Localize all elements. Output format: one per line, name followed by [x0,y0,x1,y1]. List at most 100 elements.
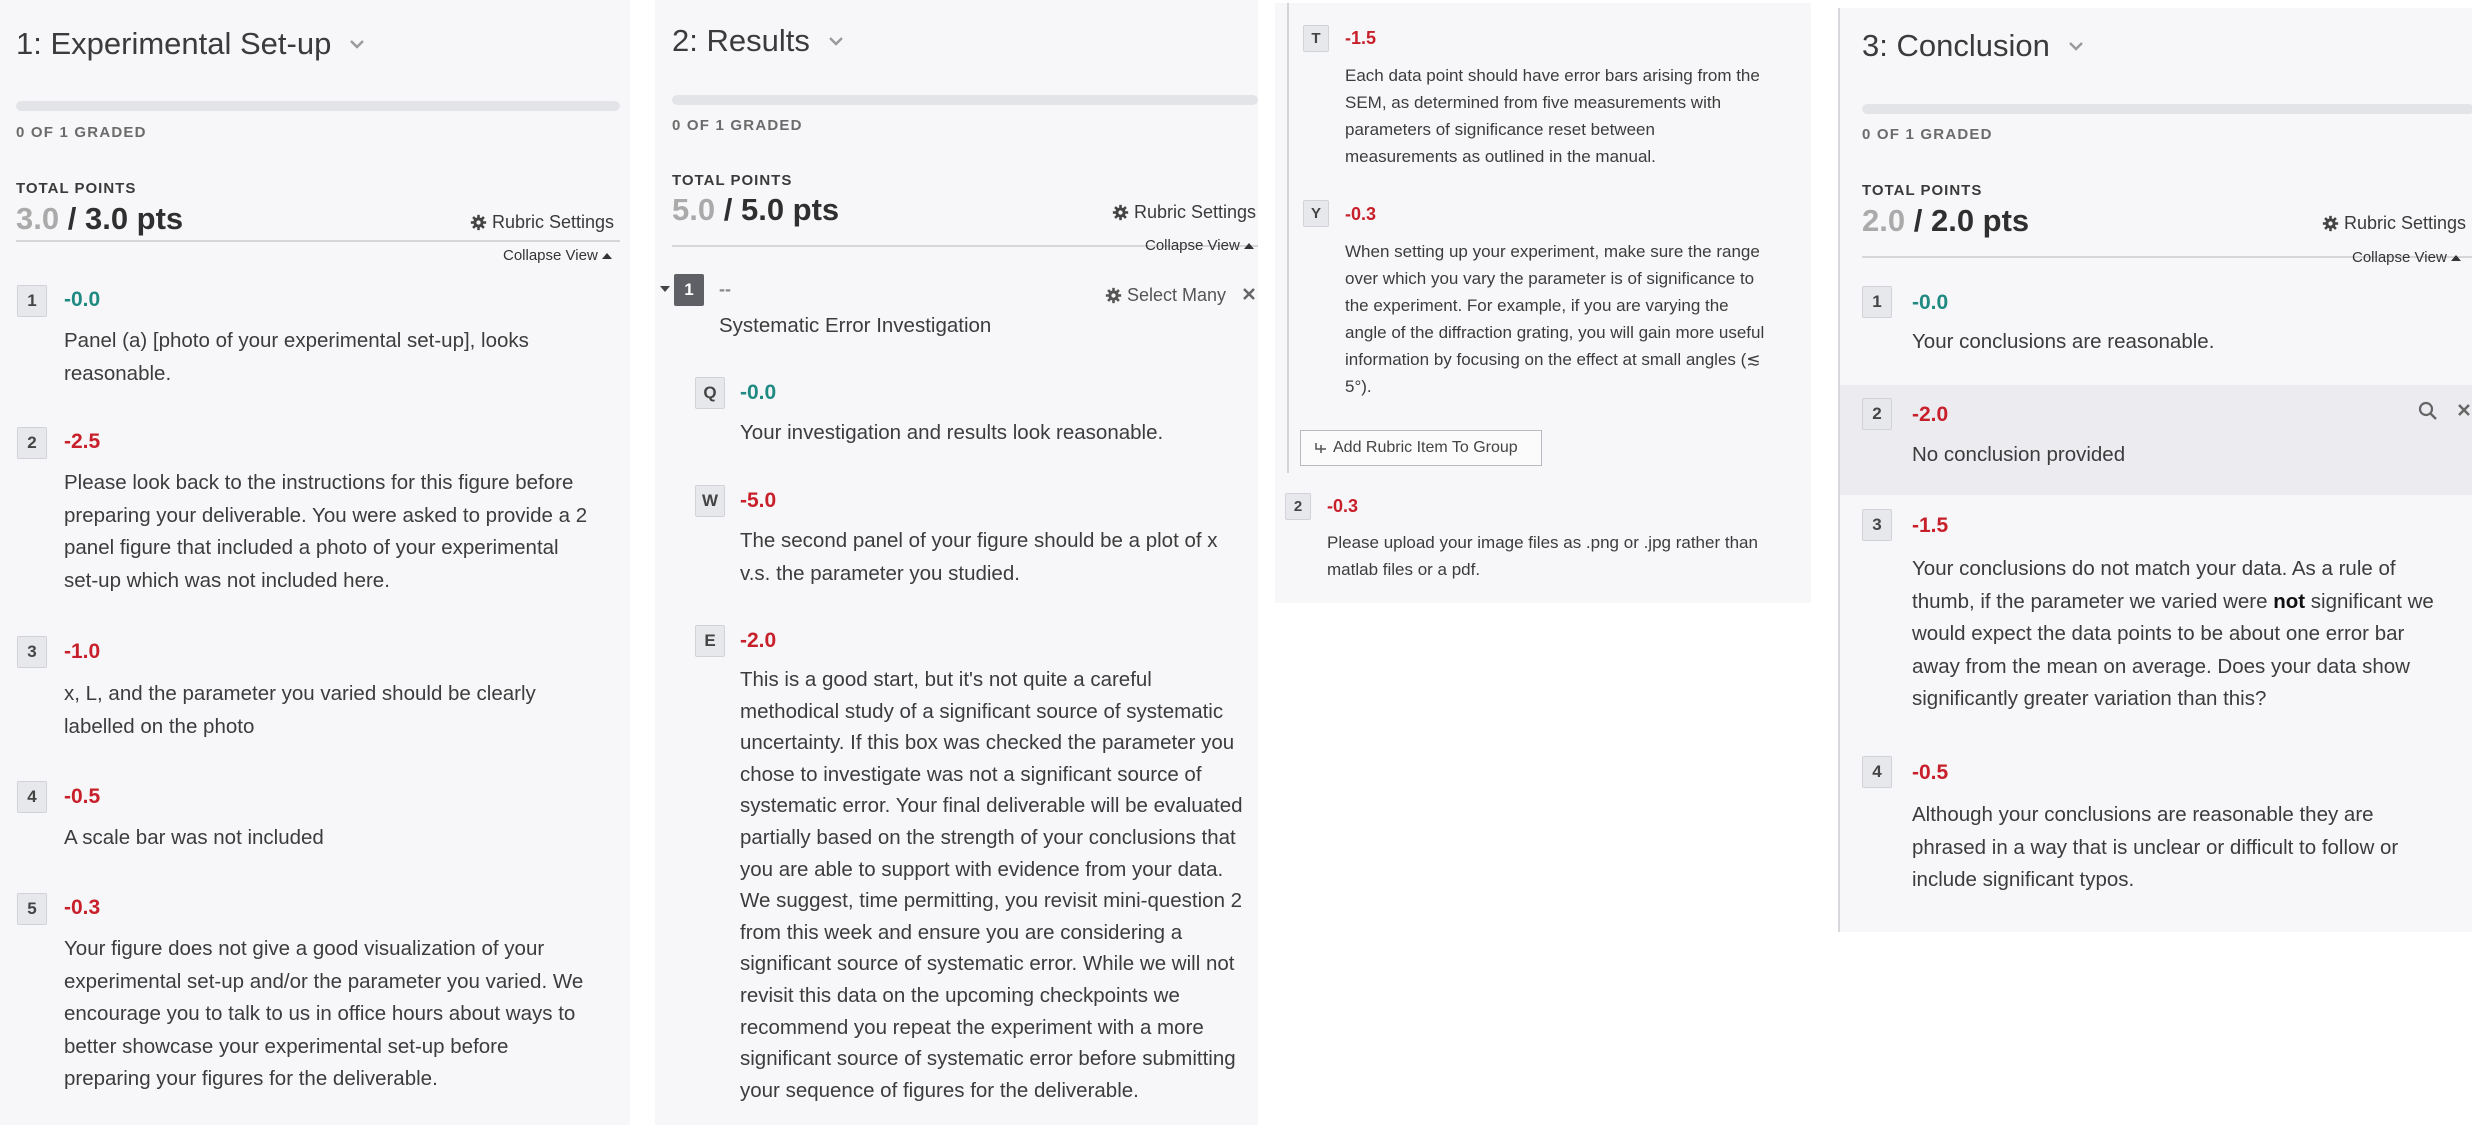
rubric-item-key: 1 [17,285,47,317]
grading-progress-bar [672,95,1258,105]
rubric-item-description: Your conclusions do not match your data.… [1912,557,2434,710]
caret-up-icon [1243,242,1254,249]
rubric-item-description: The second panel of your figure should b… [740,529,1218,585]
group-indent-line [1287,3,1289,473]
rubric-item-key: 3 [1862,509,1892,541]
rubric-item-points: -0.5 [1912,761,1949,784]
gear-icon [1105,287,1122,304]
question-title-dropdown[interactable]: 1: Experimental Set-up [16,26,367,62]
rubric-item-description: Panel (a) [photo of your experimental se… [64,329,529,385]
search-icon[interactable] [2418,401,2438,421]
question-title-dropdown[interactable]: 3: Conclusion [1862,28,2086,64]
chevron-down-icon [828,37,843,46]
rubric-item-key: 1 [1862,286,1892,318]
rubric-item-description: Your figure does not give a good visuali… [64,937,584,1090]
rubric-item-points: -1.5 [1345,28,1377,48]
question-title-dropdown[interactable]: 2: Results [672,23,846,59]
rubric-group-key: 1 [674,274,704,306]
collapse-view-label: Collapse View [503,247,598,264]
add-item-icon [1315,443,1326,453]
caret-down-icon[interactable] [660,285,670,293]
rubric-item-points: -0.3 [64,896,101,919]
collapse-view-button[interactable]: Collapse View [2352,249,2461,266]
rubric-group-title: Systematic Error Investigation [719,314,992,337]
rubric-item-description: This is a good start, but it's not quite… [740,668,1243,1102]
rubric-group-points: -- [719,279,731,299]
question-panel-experimental-setup: 1: Experimental Set-up 0 OF 1 GRADED TOT… [0,0,630,1125]
rubric-item-points: -2.0 [740,629,777,652]
rubric-item-points: -1.0 [64,640,101,663]
rubric-settings-button[interactable]: Rubric Settings [2322,213,2466,234]
rubric-item-description: x, L, and the parameter you varied shoul… [64,682,536,738]
rubric-settings-button[interactable]: Rubric Settings [1112,202,1256,223]
rubric-item-points: -2.5 [64,430,101,453]
rubric-item-description: When setting up your experiment, make su… [1345,242,1765,396]
rubric-settings-button[interactable]: Rubric Settings [470,212,614,233]
add-rubric-item-button[interactable]: Add Rubric Item To Group [1300,430,1542,466]
close-icon[interactable] [2457,403,2471,417]
total-points-score: 2.0 [1862,203,1906,238]
rubric-item-points: -0.0 [740,381,777,404]
rubric-item-key: Y [1303,200,1329,227]
question-title: 3: Conclusion [1862,28,2050,63]
total-points-score: 3.0 [16,201,60,236]
rubric-item-description: Each data point should have error bars a… [1345,66,1760,166]
rubric-item-description: Your conclusions are reasonable. [1912,330,2215,353]
total-points: 5.0 / 5.0 pts [672,192,839,228]
rubric-settings-label: Rubric Settings [2344,213,2467,233]
collapse-view-button[interactable]: Collapse View [1145,237,1254,254]
rubric-item-description: Your investigation and results look reas… [740,421,1164,444]
question-panel-results-continued: T -1.5 Each data point should have error… [1275,3,1811,603]
rubric-item-points: -5.0 [740,489,777,512]
question-panel-results: 2: Results 0 OF 1 GRADED TOTAL POINTS 5.… [655,0,1258,1125]
select-many-label: Select Many [1127,285,1227,305]
rubric-item-key: T [1303,25,1329,52]
rubric-item-key: 3 [17,636,47,668]
collapse-view-label: Collapse View [1145,237,1240,254]
rubric-item-points: -0.0 [1912,291,1949,314]
graded-count: 0 OF 1 GRADED [1862,126,1993,143]
close-icon[interactable] [1242,287,1256,301]
question-panel-conclusion: 3: Conclusion 0 OF 1 GRADED TOTAL POINTS… [1838,8,2472,932]
rubric-item-key: 2 [1862,398,1892,430]
add-rubric-item-label: Add Rubric Item To Group [1333,439,1518,456]
question-title: 1: Experimental Set-up [16,26,332,61]
collapse-view-button[interactable]: Collapse View [503,247,612,264]
total-points: 3.0 / 3.0 pts [16,201,183,237]
chevron-down-icon [2068,42,2083,51]
grading-progress-bar [16,101,620,111]
gear-icon [470,214,487,231]
rubric-item-description: Please look back to the instructions for… [64,471,588,592]
rubric-item-key: W [695,485,725,517]
total-points: 2.0 / 2.0 pts [1862,203,2029,239]
rubric-settings-label: Rubric Settings [1134,202,1257,222]
rubric-item-key: 4 [17,781,47,813]
rubric-item-description: No conclusion provided [1912,443,2126,466]
rubric-item-points: -0.0 [64,288,101,311]
grading-progress-bar [1862,104,2472,114]
graded-count: 0 OF 1 GRADED [672,117,803,134]
select-many-button[interactable]: Select Many [1105,285,1226,306]
graded-count: 0 OF 1 GRADED [16,124,147,141]
rubric-item-points: -2.0 [1912,403,1949,426]
rubric-item-key: E [695,625,725,657]
rubric-item-key: 4 [1862,756,1892,788]
rubric-item-points: -0.5 [64,785,101,808]
total-points-max: / 2.0 pts [1913,203,2030,238]
gear-icon [1112,204,1129,221]
rubric-item-key: 2 [17,427,47,459]
total-points-label: TOTAL POINTS [16,180,137,197]
collapse-view-label: Collapse View [2352,249,2447,266]
rubric-item-key: 5 [17,893,47,925]
rubric-item-key: Q [695,377,725,409]
rubric-item-key: 2 [1285,493,1311,520]
total-points-score: 5.0 [672,192,716,227]
total-points-label: TOTAL POINTS [672,172,793,189]
divider [16,240,620,242]
rubric-item-points: -0.3 [1327,496,1359,516]
caret-up-icon [601,252,612,259]
caret-up-icon [2450,254,2461,261]
question-title: 2: Results [672,23,810,58]
rubric-item-points: -1.5 [1912,514,1949,537]
chevron-down-icon [350,40,365,49]
